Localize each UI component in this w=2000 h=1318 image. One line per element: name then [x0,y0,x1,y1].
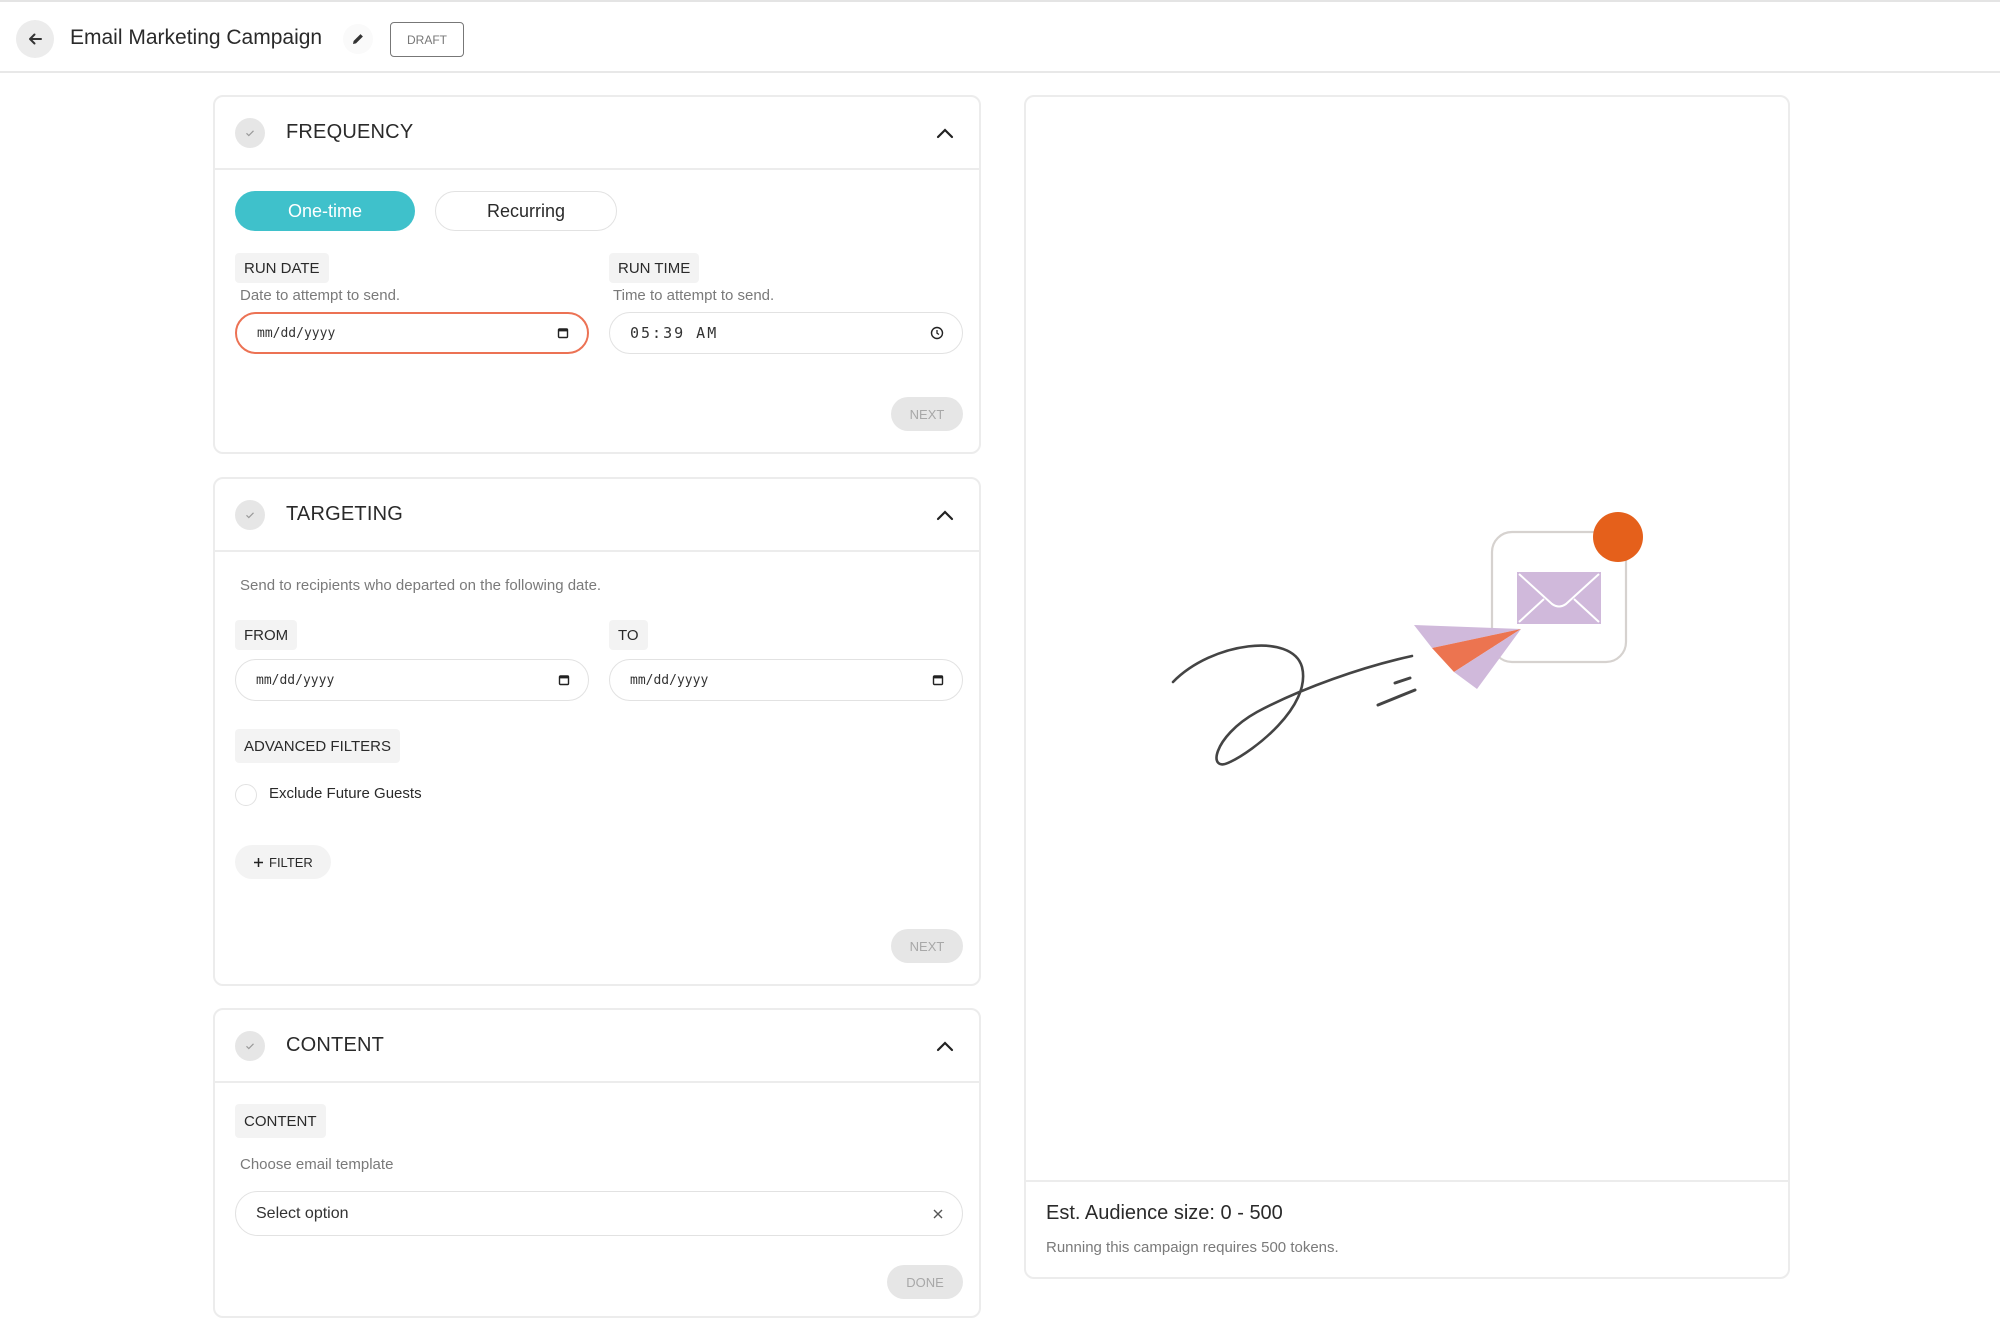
flight-path-swirl [1171,644,1414,766]
exclude-future-guests-label[interactable]: Exclude Future Guests [269,785,422,802]
pencil-icon [353,34,363,44]
calendar-icon[interactable] [557,327,569,339]
to-date-placeholder: mm/dd/yyyy [630,672,709,688]
content-card-header[interactable]: CONTENT [215,1010,979,1083]
chevron-up-icon [936,1041,954,1052]
from-date-input[interactable]: mm/dd/yyyy [235,659,589,701]
recurring-option[interactable]: Recurring [435,191,617,231]
to-label: TO [609,620,648,650]
back-button[interactable] [16,20,54,58]
done-button[interactable]: DONE [887,1265,963,1299]
run-time-helper: Time to attempt to send. [613,287,775,304]
run-time-value: 05:39 AM [630,324,719,342]
content-card: CONTENT CONTENT Choose email template Se… [213,1008,981,1318]
tokens-note: Running this campaign requires 500 token… [1046,1239,1339,1256]
page-title: Email Marketing Campaign [70,26,323,49]
section-title: FREQUENCY [286,121,414,143]
check-icon [246,130,254,137]
speed-line [1393,676,1412,685]
add-filter-label: FILTER [269,854,313,870]
frequency-card-header[interactable]: FREQUENCY [215,97,979,170]
audience-size: Est. Audience size: 0 - 500 [1046,1202,1283,1224]
from-label: FROM [235,620,298,650]
run-date-input[interactable]: mm/dd/yyyy [235,312,589,354]
edit-title-button[interactable] [343,24,373,54]
targeting-description: Send to recipients who departed on the f… [240,577,602,594]
run-date-helper: Date to attempt to send. [240,287,401,304]
from-date-placeholder: mm/dd/yyyy [256,672,335,688]
content-helper: Choose email template [240,1156,394,1173]
add-filter-button[interactable]: FILTER [235,845,331,879]
chevron-up-icon [936,128,954,139]
to-date-input[interactable]: mm/dd/yyyy [609,659,963,701]
email-template-select[interactable]: Select option [235,1191,963,1236]
run-time-input[interactable]: 05:39 AM [609,312,963,354]
envelope-icon [1517,572,1601,624]
one-time-option[interactable]: One-time [235,191,415,231]
speed-line [1376,688,1417,707]
email-template-placeholder: Select option [256,1204,349,1222]
advanced-filters-label: ADVANCED FILTERS [235,729,400,763]
check-icon [246,512,254,519]
arrow-left-icon [29,33,42,45]
collapse-button[interactable] [931,1032,959,1060]
run-date-label: RUN DATE [235,253,329,283]
clock-icon[interactable] [930,326,944,340]
calendar-icon[interactable] [932,674,944,686]
section-title: TARGETING [286,503,403,525]
exclude-future-guests-checkbox[interactable] [235,784,257,806]
chevron-up-icon [936,510,954,521]
email-send-illustration [1171,512,1643,766]
calendar-icon[interactable] [558,674,570,686]
targeting-card: TARGETING Send to recipients who departe… [213,477,981,986]
run-time-label: RUN TIME [609,253,700,283]
section-title: CONTENT [286,1034,385,1056]
preview-panel: Est. Audience size: 0 - 500 Running this… [1024,95,1790,1279]
step-status [235,500,265,530]
targeting-card-header[interactable]: TARGETING [215,479,979,552]
frequency-card: FREQUENCY One-time Recurring RUN DATE Da… [213,95,981,454]
check-icon [246,1043,254,1050]
notification-dot [1593,512,1643,562]
collapse-button[interactable] [931,501,959,529]
page-header: Email Marketing Campaign DRAFT [0,2,2000,73]
preview-footer: Est. Audience size: 0 - 500 Running this… [1026,1180,1788,1277]
step-status [235,1031,265,1061]
run-date-placeholder: mm/dd/yyyy [257,325,336,341]
plus-icon [254,857,263,867]
content-field-label: CONTENT [235,1104,326,1138]
clear-icon[interactable] [932,1208,944,1220]
targeting-next-button[interactable]: NEXT [891,929,963,963]
status-badge: DRAFT [390,22,464,57]
frequency-next-button[interactable]: NEXT [891,397,963,431]
collapse-button[interactable] [931,119,959,147]
step-status [235,118,265,148]
